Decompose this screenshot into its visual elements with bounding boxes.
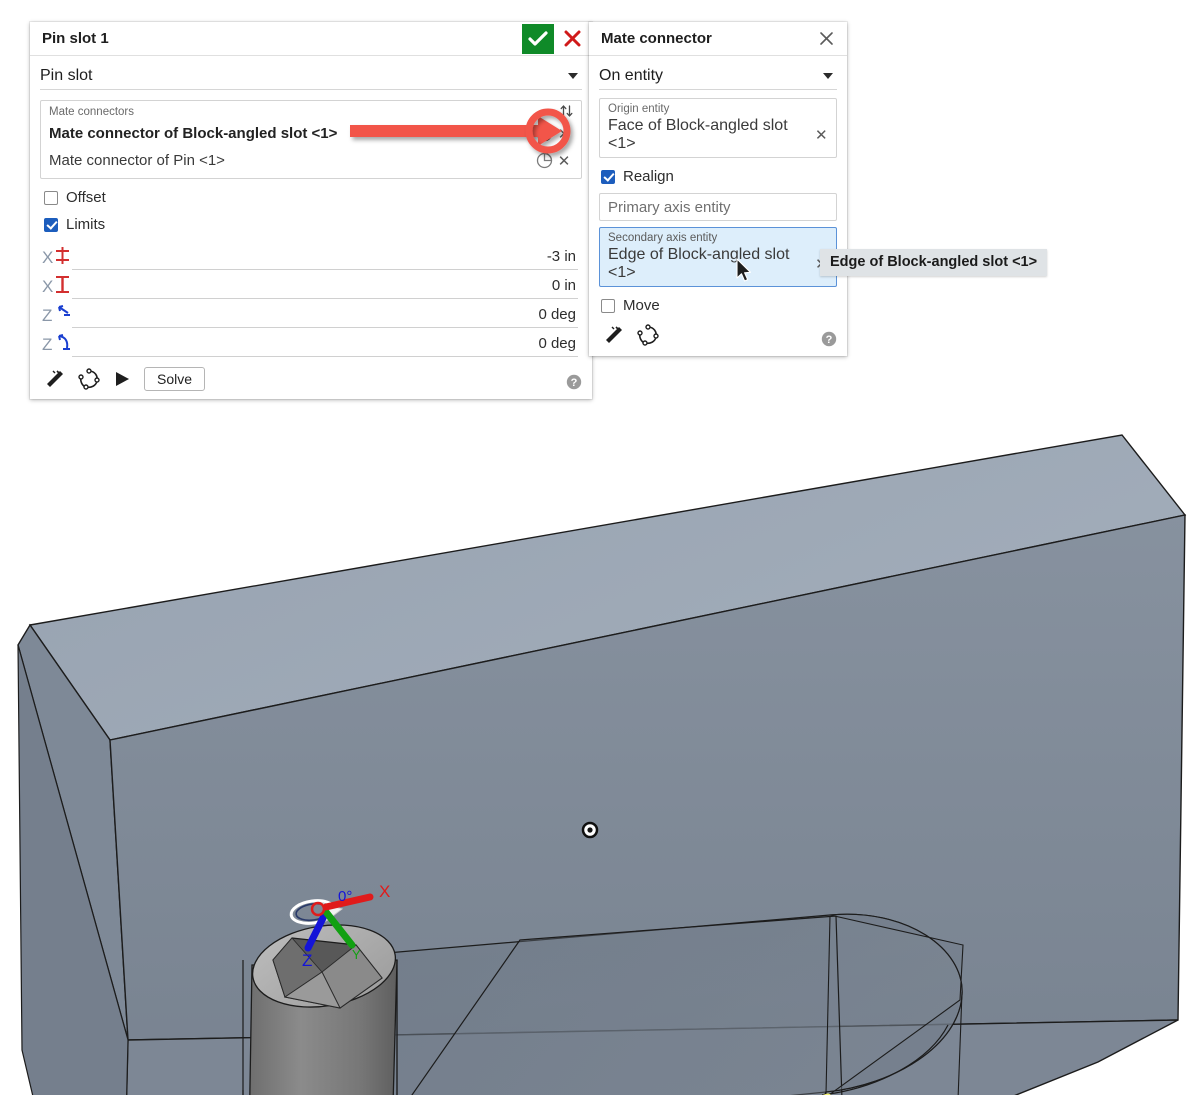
mate-connector-icon[interactable]: [533, 152, 555, 169]
limit-x-min-value: -3 in: [547, 248, 576, 265]
remove-mate-connector-1-button[interactable]: ✕: [555, 125, 573, 143]
solve-button[interactable]: Solve: [144, 367, 205, 391]
realign-checkbox[interactable]: [601, 170, 615, 184]
svg-text:?: ?: [826, 334, 833, 346]
close-x-icon: [564, 30, 581, 47]
max-rotation-limit-icon: Z: [42, 331, 72, 357]
view-origin-dot-icon: [583, 823, 597, 837]
checkmark-icon: [528, 31, 548, 47]
offset-checkbox-row[interactable]: Offset: [44, 189, 592, 206]
realign-checkbox-row[interactable]: Realign: [601, 168, 847, 185]
mate-type-value: Pin slot: [40, 67, 568, 85]
mate-connector-item-1[interactable]: Mate connector of Block-angled slot <1> …: [49, 120, 575, 147]
mate-connector-item-1-label: Mate connector of Block-angled slot <1>: [49, 125, 533, 142]
limit-row-z-min[interactable]: Z 0 deg: [42, 299, 578, 328]
close-mate-connector-button[interactable]: [813, 26, 839, 52]
secondary-axis-entity-label: Secondary axis entity: [608, 231, 830, 246]
limit-row-x-min[interactable]: X -3 in: [42, 241, 578, 270]
svg-text:?: ?: [571, 377, 578, 389]
mate-connectors-group: Mate connectors Mate connector of Block-…: [40, 100, 582, 179]
cancel-button[interactable]: [560, 24, 584, 54]
close-x-icon: [819, 31, 834, 46]
mate-connector-dialog-header: Mate connector: [589, 22, 847, 56]
svg-text:X: X: [42, 277, 53, 296]
chevron-down-icon: [568, 73, 578, 79]
limit-z-min-value: 0 deg: [538, 306, 576, 323]
limit-x-min-input[interactable]: -3 in: [72, 244, 578, 270]
move-label: Move: [623, 297, 660, 314]
mate-connector-icon[interactable]: [533, 125, 555, 142]
limit-x-max-value: 0 in: [552, 277, 576, 294]
limit-z-max-value: 0 deg: [538, 335, 576, 352]
svg-text:Z: Z: [42, 306, 52, 325]
origin-entity-value: Face of Block-angled slot <1>: [608, 117, 813, 153]
remove-origin-entity-button[interactable]: ✕: [813, 126, 830, 144]
origin-entity-group[interactable]: Origin entity Face of Block-angled slot …: [599, 98, 837, 158]
mate-connector-dialog[interactable]: Mate connector On entity Origin entity F…: [589, 22, 847, 356]
flip-primary-axis-icon[interactable]: [44, 368, 66, 390]
pin-slot-dialog-header: Pin slot 1: [30, 22, 592, 56]
entity-tooltip: Edge of Block-angled slot <1>: [820, 249, 1047, 276]
3d-viewport[interactable]: X Y Z 0°: [0, 400, 1200, 1095]
limit-row-z-max[interactable]: Z 0 deg: [42, 328, 578, 357]
swap-up-down-icon[interactable]: [559, 103, 575, 122]
app-root: X Y Z 0° Pin slot 1 Pin slot: [0, 0, 1200, 1095]
flip-primary-axis-icon[interactable]: [603, 324, 625, 346]
limits-checkbox[interactable]: [44, 218, 58, 232]
primary-axis-entity-field[interactable]: Primary axis entity: [599, 193, 837, 221]
play-animate-icon[interactable]: [112, 369, 132, 389]
mate-connector-item-2[interactable]: Mate connector of Pin <1> ✕: [49, 147, 575, 174]
pin-slot-footer: Solve ?: [30, 361, 592, 399]
limit-row-x-max[interactable]: X 0 in: [42, 270, 578, 299]
offset-label: Offset: [66, 189, 106, 206]
reorient-mate-icon[interactable]: [637, 324, 659, 346]
triad-x-label: X: [379, 882, 390, 901]
triad-angle-label: 0°: [338, 888, 352, 905]
triad-z-label: Z: [302, 951, 312, 970]
help-question-icon[interactable]: ?: [821, 331, 837, 347]
mate-connectors-label: Mate connectors: [49, 105, 575, 120]
move-checkbox-row[interactable]: Move: [601, 297, 847, 314]
limits-label: Limits: [66, 216, 105, 233]
max-translation-limit-icon: X: [42, 273, 72, 299]
origin-entity-label: Origin entity: [608, 102, 830, 117]
reorient-mate-icon[interactable]: [78, 368, 100, 390]
offset-checkbox[interactable]: [44, 191, 58, 205]
help-question-icon[interactable]: ?: [566, 374, 582, 390]
model-canvas[interactable]: X Y Z 0°: [0, 400, 1200, 1095]
mate-connector-title: Mate connector: [601, 30, 813, 47]
triad-y-label: Y: [352, 947, 361, 962]
mate-connector-type-select[interactable]: On entity: [599, 62, 837, 90]
min-translation-limit-icon: X: [42, 244, 72, 270]
mate-connector-type-value: On entity: [599, 67, 823, 85]
secondary-axis-entity-field[interactable]: Secondary axis entity Edge of Block-angl…: [599, 227, 837, 287]
pin-slot-title: Pin slot 1: [42, 30, 522, 47]
limits-checkbox-row[interactable]: Limits: [44, 216, 592, 233]
secondary-axis-entity-value: Edge of Block-angled slot <1>: [608, 246, 813, 282]
limit-z-min-input[interactable]: 0 deg: [72, 302, 578, 328]
remove-mate-connector-2-button[interactable]: ✕: [555, 152, 573, 170]
mate-connector-footer: ?: [589, 318, 847, 356]
move-checkbox[interactable]: [601, 299, 615, 313]
svg-text:Z: Z: [42, 335, 52, 354]
limit-z-max-input[interactable]: 0 deg: [72, 331, 578, 357]
primary-axis-entity-placeholder: Primary axis entity: [608, 199, 731, 216]
svg-text:X: X: [42, 248, 53, 267]
realign-label: Realign: [623, 168, 674, 185]
min-rotation-limit-icon: Z: [42, 302, 72, 328]
mate-type-select[interactable]: Pin slot: [40, 62, 582, 90]
mate-connector-item-2-label: Mate connector of Pin <1>: [49, 152, 533, 169]
chevron-down-icon: [823, 73, 833, 79]
pin-slot-dialog[interactable]: Pin slot 1 Pin slot Mate connectors: [30, 22, 592, 399]
limit-x-max-input[interactable]: 0 in: [72, 273, 578, 299]
confirm-button[interactable]: [522, 24, 554, 54]
